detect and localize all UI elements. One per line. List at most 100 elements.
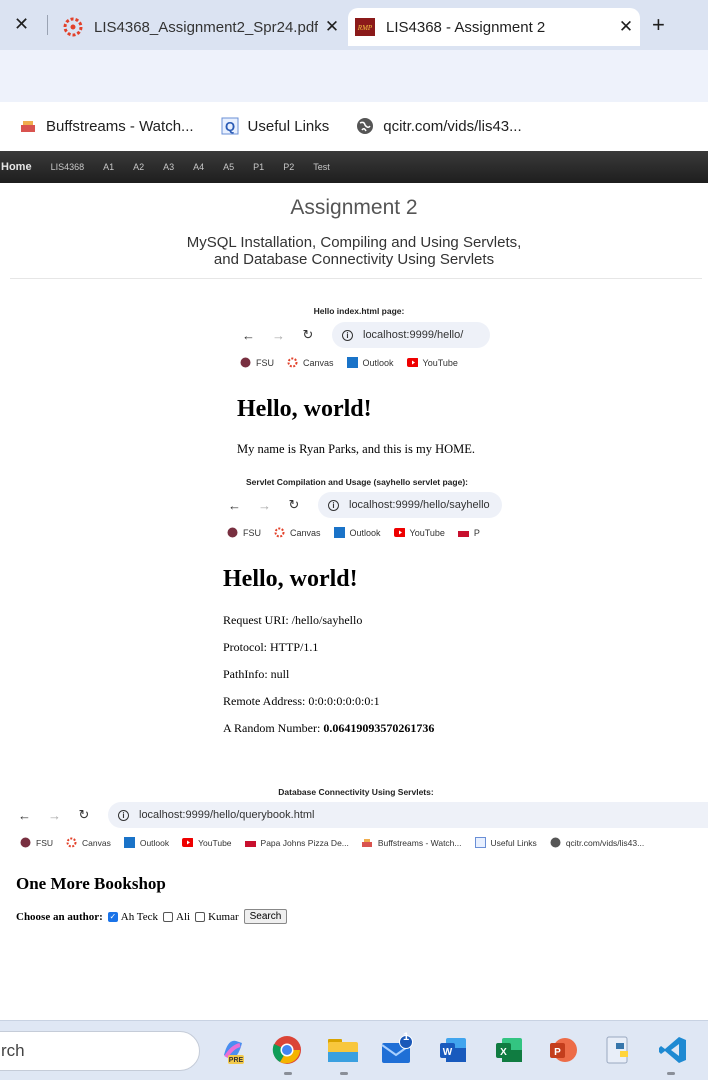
mini-bookmark: Outlook [346,357,394,368]
outlook-icon [123,837,135,848]
random-label: A Random Number: [223,721,324,735]
info-icon: i [342,329,353,341]
mini-address-bar: ← → ↻ i localhost:9999/hello/ [242,322,490,348]
copilot-icon[interactable]: PRE [216,1033,250,1067]
author-checkbox-ali[interactable] [163,911,174,922]
papajohns-icon [457,527,469,538]
mini-bookmark: Canvas [287,357,334,368]
outlook-icon [346,357,358,368]
mini-bookmark: FSU [240,357,274,368]
mini-url: localhost:9999/hello/querybook.html [139,809,315,821]
mini-bookmark: YouTube [393,527,445,538]
author-checkbox-kumar[interactable] [195,911,206,922]
nav-home[interactable]: Home [1,161,32,173]
tab-title: LIS4368_Assignment2_Spr24.pdf [94,18,318,36]
mini-bookmark: Papa Johns Pizza De... [244,837,349,848]
nav-test[interactable]: Test [313,162,330,172]
canvas-icon [287,357,298,368]
nav-a5[interactable]: A5 [223,162,234,172]
bookmark-label: qcitr.com/vids/lis43... [383,117,522,135]
info-icon: i [118,809,129,821]
mini-bookmark: Useful Links [474,837,537,848]
caption-hello-index: Hello index.html page: [313,306,405,316]
subtitle-line: MySQL Installation, Compiling and Using … [186,234,522,251]
mini-bookmark: Outlook [333,527,381,538]
mini-bookmark: FSU [227,527,261,538]
canvas-icon [274,527,285,538]
hello-heading: Hello, world! [223,566,358,592]
subtitle-line: and Database Connectivity Using Servlets [213,251,495,268]
mini-url: localhost:9999/hello/ [363,329,464,341]
random-number: A Random Number: 0.06419093570261736 [223,721,434,736]
mini-bookmark: Canvas [274,527,321,538]
forward-icon: → [258,497,271,513]
python-icon[interactable] [602,1033,636,1067]
home-text: My name is Ryan Parks, and this is my HO… [237,442,476,456]
nav-p1[interactable]: P1 [253,162,264,172]
file-explorer-icon[interactable] [326,1033,360,1067]
author-checkbox-ahteck[interactable]: ✓ [107,911,118,922]
youtube-icon [393,527,405,538]
divider [10,278,702,279]
taskbar-search[interactable]: rch [0,1031,200,1071]
tab-close-icon[interactable]: ✕ [612,17,640,37]
fsu-icon [240,357,251,368]
forward-icon: → [272,327,285,343]
excel-icon[interactable]: X [492,1033,526,1067]
buffstreams-icon [18,116,38,136]
back-icon: ← [228,497,241,513]
mini-url: localhost:9999/hello/sayhello [349,499,490,511]
bookmark-useful-links[interactable]: Q Useful Links [220,116,329,136]
mini-bookmarks: FSU Canvas Outlook YouTube Papa Johns Pi… [20,837,657,848]
mini-bookmark: YouTube [406,357,458,368]
author-label: Ah Teck [120,910,159,923]
forward-icon: → [48,807,61,823]
fsu-icon [227,527,238,538]
svg-text:P: P [554,1047,561,1058]
powerpoint-icon[interactable]: P [546,1033,580,1067]
mini-bookmark: Canvas [66,837,111,848]
word-icon[interactable]: W [436,1033,470,1067]
mini-bookmark: Buffstreams - Watch... [362,837,462,848]
nav-a3[interactable]: A3 [163,162,174,172]
new-tab-icon[interactable]: + [652,12,665,38]
tab-close-icon[interactable]: ✕ [318,17,346,37]
mini-url-box: i localhost:9999/hello/ [332,322,490,348]
fsu-icon [20,837,31,848]
mini-bookmark: qcitr.com/vids/lis43... [550,837,644,848]
bookmark-buffstreams[interactable]: Buffstreams - Watch... [18,116,194,136]
back-icon: ← [18,807,31,823]
nav-lis4368[interactable]: LIS4368 [51,162,85,172]
mini-bookmarks: FSU Canvas Outlook YouTube [240,357,471,368]
nav-a1[interactable]: A1 [103,162,114,172]
tab-pdf[interactable]: LIS4368_Assignment2_Spr24.pdf ✕ [56,8,346,46]
mini-bookmark: YouTube [182,837,232,848]
mini-url-box: i localhost:9999/hello/querybook.html [108,802,708,828]
chrome-icon[interactable] [270,1033,304,1067]
bookmarks-bar: Buffstreams - Watch... Q Useful Links qc… [0,102,708,150]
svg-text:PRE: PRE [229,1057,244,1064]
browser-toolbar [0,50,708,102]
tab-assignment2[interactable]: RMP LIS4368 - Assignment 2 ✕ [348,8,640,46]
close-icon[interactable]: ✕ [14,14,29,35]
youtube-icon [182,837,194,848]
bookmark-qcitr[interactable]: qcitr.com/vids/lis43... [355,116,522,136]
protocol: Protocol: HTTP/1.1 [223,640,319,654]
svg-text:Q: Q [224,119,234,134]
caption-sayhello: Servlet Compilation and Usage (sayhello … [245,477,468,487]
search-button[interactable]: Search [243,909,288,924]
nav-a2[interactable]: A2 [133,162,144,172]
running-indicator [667,1072,675,1075]
mail-icon[interactable]: 1 [380,1031,414,1067]
site-navbar: Home LIS4368 A1 A2 A3 A4 A5 P1 P2 Test [0,151,708,183]
tab-strip: ✕ LIS4368_Assignment2_Spr24.pdf ✕ RMP LI… [0,0,708,50]
rmp-icon: RMP [354,16,376,38]
tab-title: LIS4368 - Assignment 2 [386,18,546,36]
vscode-icon[interactable] [656,1033,690,1067]
nav-p2[interactable]: P2 [283,162,294,172]
running-indicator [340,1072,348,1075]
remote-address: Remote Address: 0:0:0:0:0:0:0:1 [223,694,380,708]
outlook-icon [333,527,345,538]
nav-a4[interactable]: A4 [193,162,204,172]
buffstreams-icon [362,837,373,848]
